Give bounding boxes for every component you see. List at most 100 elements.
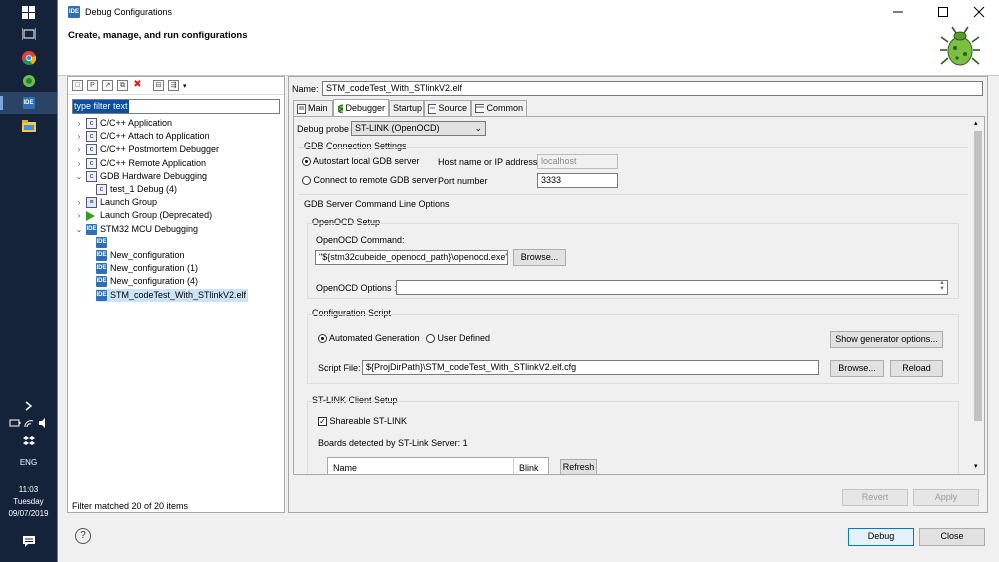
tree-item[interactable]: › c C/C++ Application <box>75 117 172 130</box>
collapsed-chevron-icon[interactable]: › <box>75 209 83 222</box>
green-app-icon <box>22 75 35 87</box>
port-field[interactable]: 3333 <box>537 173 618 188</box>
export-icon[interactable]: ↗ <box>102 80 113 91</box>
tab-debugger-label: Debugger <box>345 102 385 113</box>
tree-item[interactable]: › c C/C++ Attach to Application <box>75 130 210 143</box>
close-icon <box>973 6 985 18</box>
new-prototype-icon[interactable]: P <box>87 80 98 91</box>
tab-common[interactable]: Common <box>471 100 527 116</box>
automated-generation-radio[interactable]: Automated Generation <box>318 332 420 344</box>
scrollbar-thumb[interactable] <box>974 131 982 421</box>
filter-icon[interactable]: ⇶ <box>168 80 179 91</box>
host-field[interactable]: localhost <box>537 154 618 169</box>
configuration-editor: Name: STM_codeTest_With_STlinkV2.elf Mai… <box>288 76 988 513</box>
tray-dropbox[interactable] <box>0 430 57 452</box>
windows-start-button[interactable] <box>0 1 57 23</box>
clock-day: Tuesday <box>13 497 44 506</box>
expanded-chevron-icon[interactable]: ⌄ <box>75 223 83 236</box>
language-indicator[interactable]: ENG <box>0 458 57 467</box>
vertical-scrollbar[interactable]: ▴ ▾ <box>972 119 984 473</box>
collapsed-chevron-icon[interactable]: › <box>75 130 83 143</box>
openocd-command-field[interactable]: "${stm32cubeide_openocd_path}\openocd.ex… <box>315 250 508 265</box>
collapsed-chevron-icon[interactable]: › <box>75 157 83 170</box>
tree-item-label: New_configuration (1) <box>110 263 199 274</box>
col-blink-header[interactable]: Blink <box>515 458 549 474</box>
taskbar-chrome[interactable] <box>0 47 57 69</box>
tree-item[interactable]: IDE New_configuration <box>96 249 185 262</box>
apply-button[interactable]: Apply <box>913 489 979 506</box>
tree-item[interactable]: ⌄ c GDB Hardware Debugging <box>75 170 207 183</box>
tree-item[interactable]: c test_1 Debug (4) <box>96 183 177 196</box>
connect-remote-radio[interactable]: Connect to remote GDB server <box>302 174 437 186</box>
show-generator-options-button[interactable]: Show generator options... <box>830 331 943 348</box>
tree-item[interactable]: › c C/C++ Postmortem Debugger <box>75 143 219 156</box>
collapse-all-icon[interactable]: ⊟ <box>153 80 164 91</box>
close-window-button[interactable] <box>960 0 998 24</box>
script-file-field[interactable]: ${ProjDirPath}\STM_codeTest_With_STlinkV… <box>362 360 819 375</box>
openocd-options-label: OpenOCD Options : <box>316 283 397 293</box>
stm32-config-icon: IDE <box>86 223 97 235</box>
windows-logo-icon <box>22 5 35 19</box>
collapsed-chevron-icon[interactable]: › <box>75 117 83 130</box>
tree-item[interactable]: › ≡ Launch Group <box>75 196 157 209</box>
ide-app-icon: IDE <box>22 97 35 109</box>
tab-debugger[interactable]: Debugger <box>333 99 389 116</box>
new-configuration-icon[interactable]: □ <box>72 80 83 91</box>
debug-probe-select[interactable]: ST-LINK (OpenOCD) ⌄ <box>351 121 486 136</box>
tree-item[interactable]: › Launch Group (Deprecated) <box>75 209 212 222</box>
tree-item[interactable]: › c C/C++ Remote Application <box>75 157 206 170</box>
tree-item[interactable]: IDE STM_codeTest_With_STlinkV2.elf <box>96 288 249 302</box>
stm32-config-icon: IDE <box>96 289 107 301</box>
minimize-icon <box>893 11 903 13</box>
tab-source[interactable]: Source <box>424 100 471 116</box>
tab-startup[interactable]: Startup <box>389 100 424 116</box>
revert-button[interactable]: Revert <box>842 489 908 506</box>
col-name-header[interactable]: Name <box>328 458 514 474</box>
c-config-icon: c <box>86 170 97 182</box>
help-icon[interactable]: ? <box>75 528 91 544</box>
collapsed-chevron-icon[interactable]: › <box>75 143 83 156</box>
browse-script-button[interactable]: Browse... <box>830 360 884 377</box>
reload-button[interactable]: Reload <box>890 360 943 377</box>
filter-input[interactable]: type filter text <box>72 99 280 114</box>
name-field[interactable]: STM_codeTest_With_STlinkV2.elf <box>322 81 983 96</box>
title-bar: IDE Debug Configurations <box>58 0 999 24</box>
browse-openocd-button[interactable]: Browse... <box>513 249 566 266</box>
view-menu-chevron-down-icon[interactable]: ▾ <box>183 82 187 90</box>
tree-item[interactable]: ⌄ IDE STM32 MCU Debugging <box>75 223 198 236</box>
taskbar-file-explorer[interactable] <box>0 115 57 137</box>
refresh-button[interactable]: Refresh <box>560 459 597 474</box>
tree-item-label: New_configuration <box>110 250 185 260</box>
checkmark-icon: ✓ <box>318 417 327 427</box>
spinner-icon: ▲ ▼ <box>939 280 945 292</box>
maximize-button[interactable] <box>926 0 960 24</box>
debug-button[interactable]: Debug <box>848 528 914 546</box>
tree-item[interactable]: IDE New_configuration (1) <box>96 262 198 275</box>
tree-item-label: Launch Group (Deprecated) <box>100 210 213 221</box>
tree-item-label: test_1 Debug (4) <box>110 184 178 194</box>
expanded-chevron-icon[interactable]: ⌄ <box>75 170 83 183</box>
autostart-radio[interactable]: Autostart local GDB server <box>302 155 420 167</box>
tab-main[interactable]: Main <box>293 100 333 116</box>
tree-item[interactable]: IDE New_configuration (4) <box>96 275 198 288</box>
delete-icon[interactable]: ✖ <box>132 80 143 91</box>
minimize-button[interactable] <box>881 0 915 24</box>
taskbar-app-green[interactable] <box>0 70 57 92</box>
debug-probe-label: Debug probe <box>297 124 350 134</box>
tree-item[interactable]: IDE <box>96 236 110 249</box>
clock-time[interactable]: 11:03 <box>0 485 57 494</box>
action-center-button[interactable] <box>0 530 57 552</box>
close-button[interactable]: Close <box>919 528 985 546</box>
task-view-button[interactable] <box>0 23 57 45</box>
user-defined-label: User Defined <box>437 333 491 343</box>
tree-item-label: C/C++ Postmortem Debugger <box>100 144 220 155</box>
duplicate-icon[interactable]: ⧉ <box>117 80 128 91</box>
scroll-up-icon[interactable]: ▴ <box>974 119 978 127</box>
taskbar-stm32cubeide[interactable]: IDE <box>0 92 57 114</box>
openocd-options-field[interactable]: ▲ ▼ <box>396 280 948 295</box>
shareable-stlink-checkbox[interactable]: ✓ Shareable ST-LINK <box>318 415 407 427</box>
collapsed-chevron-icon[interactable]: › <box>75 196 83 209</box>
user-defined-radio[interactable]: User Defined <box>426 332 490 344</box>
tab-startup-label: Startup <box>393 103 423 113</box>
scroll-down-icon[interactable]: ▾ <box>974 462 978 470</box>
